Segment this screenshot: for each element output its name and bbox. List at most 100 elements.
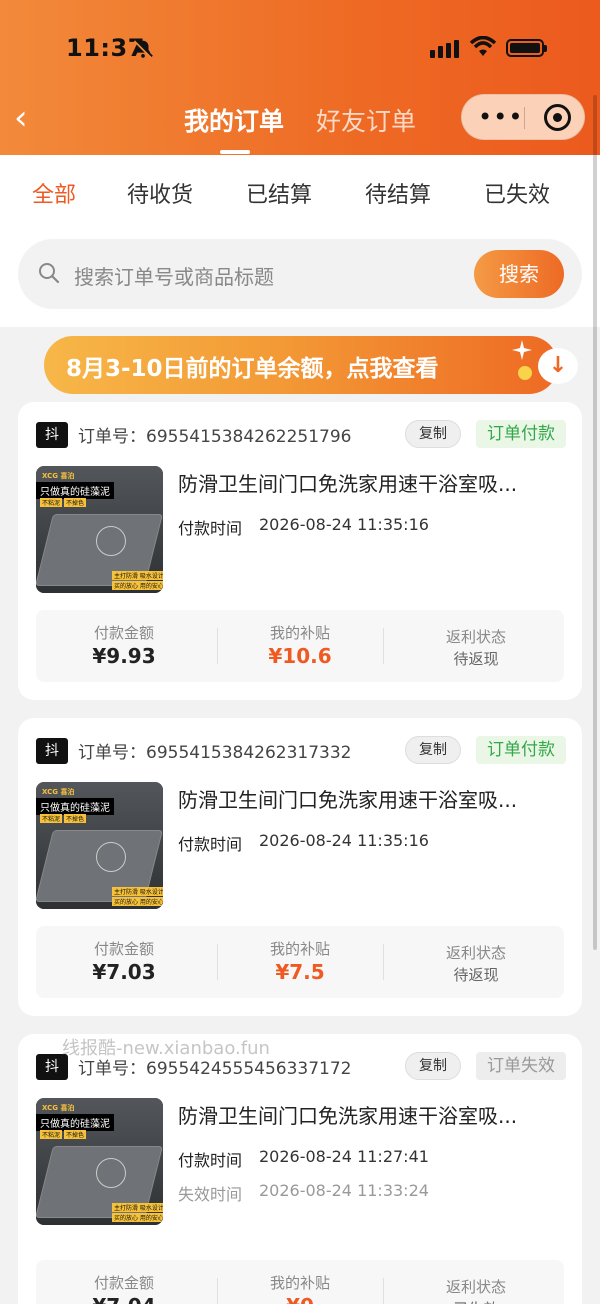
target-icon[interactable] <box>544 104 571 131</box>
thumbnail-caption: 买的放心 用的安心 <box>112 897 163 906</box>
stat-subsidy: 我的补贴 ¥7.5 <box>212 926 388 998</box>
order-stats: 付款金额 ¥9.93 我的补贴 ¥10.6 返利状态 待返现 <box>36 610 564 682</box>
thumbnail-mat-graphic <box>96 1158 126 1188</box>
stat-label: 我的补贴 <box>269 940 330 958</box>
thumbnail-chip: 不掉色 <box>64 814 87 823</box>
stat-value: ¥9.93 <box>92 644 156 668</box>
signal-icon <box>430 40 459 58</box>
order-number: 订单号：6955415384262317332 <box>78 743 352 763</box>
stat-label: 返利状态 <box>445 1278 506 1296</box>
search-box[interactable]: 搜索订单号或商品标题 搜索 <box>18 239 582 309</box>
watermark: 线报酷-new.xianbao.fun <box>62 1038 270 1059</box>
copy-button[interactable]: 复制 <box>405 420 461 448</box>
stat-value: ¥0 <box>212 1294 388 1304</box>
search-input[interactable]: 搜索订单号或商品标题 <box>74 261 274 290</box>
battery-icon <box>506 39 547 57</box>
back-button[interactable]: ‹ <box>14 100 42 136</box>
stat-value: ¥10.6 <box>268 644 332 668</box>
stat-label: 付款金额 <box>93 1274 154 1292</box>
stat-value: 已失效 <box>388 1298 564 1304</box>
stat-label: 返利状态 <box>445 944 506 962</box>
stat-subsidy: 我的补贴 ¥0 <box>212 1260 388 1304</box>
wifi-icon <box>470 36 496 56</box>
filter-tab-pending-receipt[interactable]: 待收货 <box>127 177 193 209</box>
tab-my-orders[interactable]: 我的订单 <box>184 102 284 154</box>
thumbnail-chip: 不粘泥 <box>40 498 63 507</box>
thumbnail-brand: XCG 喜泊 <box>42 788 75 796</box>
invalid-time-label: 失效时间 <box>178 1185 243 1204</box>
order-stats: 付款金额 ¥7.04 我的补贴 ¥0 返利状态 已失效 <box>36 1260 564 1304</box>
bell-off-icon <box>133 39 153 59</box>
thumbnail-caption: 主打防滑 吸水设计 <box>112 571 163 580</box>
order-card: 抖 订单号：6955415384262317332 复制 订单付款 XCG 喜泊… <box>18 718 582 1016</box>
copy-button[interactable]: 复制 <box>405 736 461 764</box>
thumbnail-mat-graphic <box>96 842 126 872</box>
thumbnail-brand: XCG 喜泊 <box>42 472 75 480</box>
stat-pay-amount: 付款金额 ¥7.04 <box>36 1260 212 1304</box>
more-dots-icon[interactable]: ••• <box>478 105 523 129</box>
product-thumbnail[interactable]: XCG 喜泊 只做真的硅藻泥 不粘泥 不掉色 主打防滑 吸水设计 买的放心 用的… <box>36 466 163 593</box>
filter-tab-pending-settlement[interactable]: 待结算 <box>365 177 431 209</box>
sparkle-icon <box>512 340 532 360</box>
stat-value: ¥7.5 <box>275 960 325 984</box>
order-status-tag: 订单付款 <box>476 736 566 764</box>
stat-divider <box>383 628 384 664</box>
order-status-tag: 订单付款 <box>476 420 566 448</box>
product-title[interactable]: 防滑卫生间门口免洗家用速干浴室吸... <box>178 1100 568 1129</box>
product-title[interactable]: 防滑卫生间门口免洗家用速干浴室吸... <box>178 468 568 497</box>
pay-time-label: 付款时间 <box>178 835 243 854</box>
copy-button[interactable]: 复制 <box>405 1052 461 1080</box>
thumbnail-chip: 不粘泥 <box>40 814 63 823</box>
stat-rebate-status: 返利状态 待返现 <box>388 926 564 998</box>
thumbnail-brand: XCG 喜泊 <box>42 1104 75 1112</box>
stat-subsidy: 我的补贴 ¥10.6 <box>212 610 388 682</box>
stat-label: 我的补贴 <box>269 624 330 642</box>
thumbnail-chip: 不粘泥 <box>40 1130 63 1139</box>
thumbnail-mat-graphic <box>96 526 126 556</box>
order-card: 抖 订单号：6955415384262251796 复制 订单付款 XCG 喜泊… <box>18 402 582 700</box>
order-status-tag: 订单失效 <box>476 1052 566 1080</box>
stat-label: 付款金额 <box>93 624 154 642</box>
stat-label: 返利状态 <box>445 628 506 646</box>
order-stats: 付款金额 ¥7.03 我的补贴 ¥7.5 返利状态 待返现 <box>36 926 564 998</box>
thumbnail-chip: 不掉色 <box>64 1130 87 1139</box>
invalid-time: 2026-08-24 11:33:24 <box>259 1181 429 1200</box>
filter-bar: 全部 待收货 已结算 待结算 已失效 搜索订单号或商品标题 搜索 <box>0 155 600 327</box>
header: 11:37 ‹ 我的订单 好友订单 ••• <box>0 0 600 155</box>
stat-divider <box>383 1278 384 1304</box>
product-title[interactable]: 防滑卫生间门口免洗家用速干浴室吸... <box>178 784 568 813</box>
scrollbar[interactable] <box>593 95 597 950</box>
pay-time-label: 付款时间 <box>178 519 243 538</box>
stat-label: 我的补贴 <box>269 1274 330 1292</box>
mini-program-capsule: ••• <box>461 94 585 140</box>
stat-value: ¥7.04 <box>36 1294 212 1304</box>
banner-text: 8月3-10日前的订单余额，点我查看 <box>66 356 439 382</box>
arrow-down-icon[interactable] <box>538 348 578 384</box>
search-button[interactable]: 搜索 <box>474 250 564 298</box>
search-icon <box>39 263 60 284</box>
platform-badge: 抖 <box>36 738 68 764</box>
coin-icon <box>518 366 532 380</box>
pay-time: 2026-08-24 11:27:41 <box>259 1147 429 1166</box>
balance-banner[interactable]: 8月3-10日前的订单余额，点我查看 <box>44 336 578 394</box>
stat-label: 付款金额 <box>93 940 154 958</box>
pay-time: 2026-08-24 11:35:16 <box>259 831 429 850</box>
stat-pay-amount: 付款金额 ¥7.03 <box>36 926 212 998</box>
thumbnail-caption: 主打防滑 吸水设计 <box>112 887 163 896</box>
filter-tab-invalid[interactable]: 已失效 <box>484 177 550 209</box>
tab-friend-orders[interactable]: 好友订单 <box>316 102 416 138</box>
thumbnail-caption: 买的放心 用的安心 <box>112 1213 163 1222</box>
stat-pay-amount: 付款金额 ¥9.93 <box>36 610 212 682</box>
product-thumbnail[interactable]: XCG 喜泊 只做真的硅藻泥 不粘泥 不掉色 主打防滑 吸水设计 买的放心 用的… <box>36 782 163 909</box>
order-number: 订单号：6955415384262251796 <box>78 427 352 447</box>
filter-tab-all[interactable]: 全部 <box>32 177 76 209</box>
order-card: 抖 订单号：6955424555456337172 复制 订单失效 XCG 喜泊… <box>18 1034 582 1304</box>
pay-time: 2026-08-24 11:35:16 <box>259 515 429 534</box>
filter-tab-settled[interactable]: 已结算 <box>246 177 312 209</box>
stat-rebate-status: 返利状态 已失效 <box>388 1260 564 1304</box>
thumbnail-caption: 买的放心 用的安心 <box>112 581 163 590</box>
thumbnail-headline: 只做真的硅藻泥 <box>36 482 114 499</box>
platform-badge: 抖 <box>36 422 68 448</box>
capsule-divider <box>524 107 525 129</box>
product-thumbnail[interactable]: XCG 喜泊 只做真的硅藻泥 不粘泥 不掉色 主打防滑 吸水设计 买的放心 用的… <box>36 1098 163 1225</box>
